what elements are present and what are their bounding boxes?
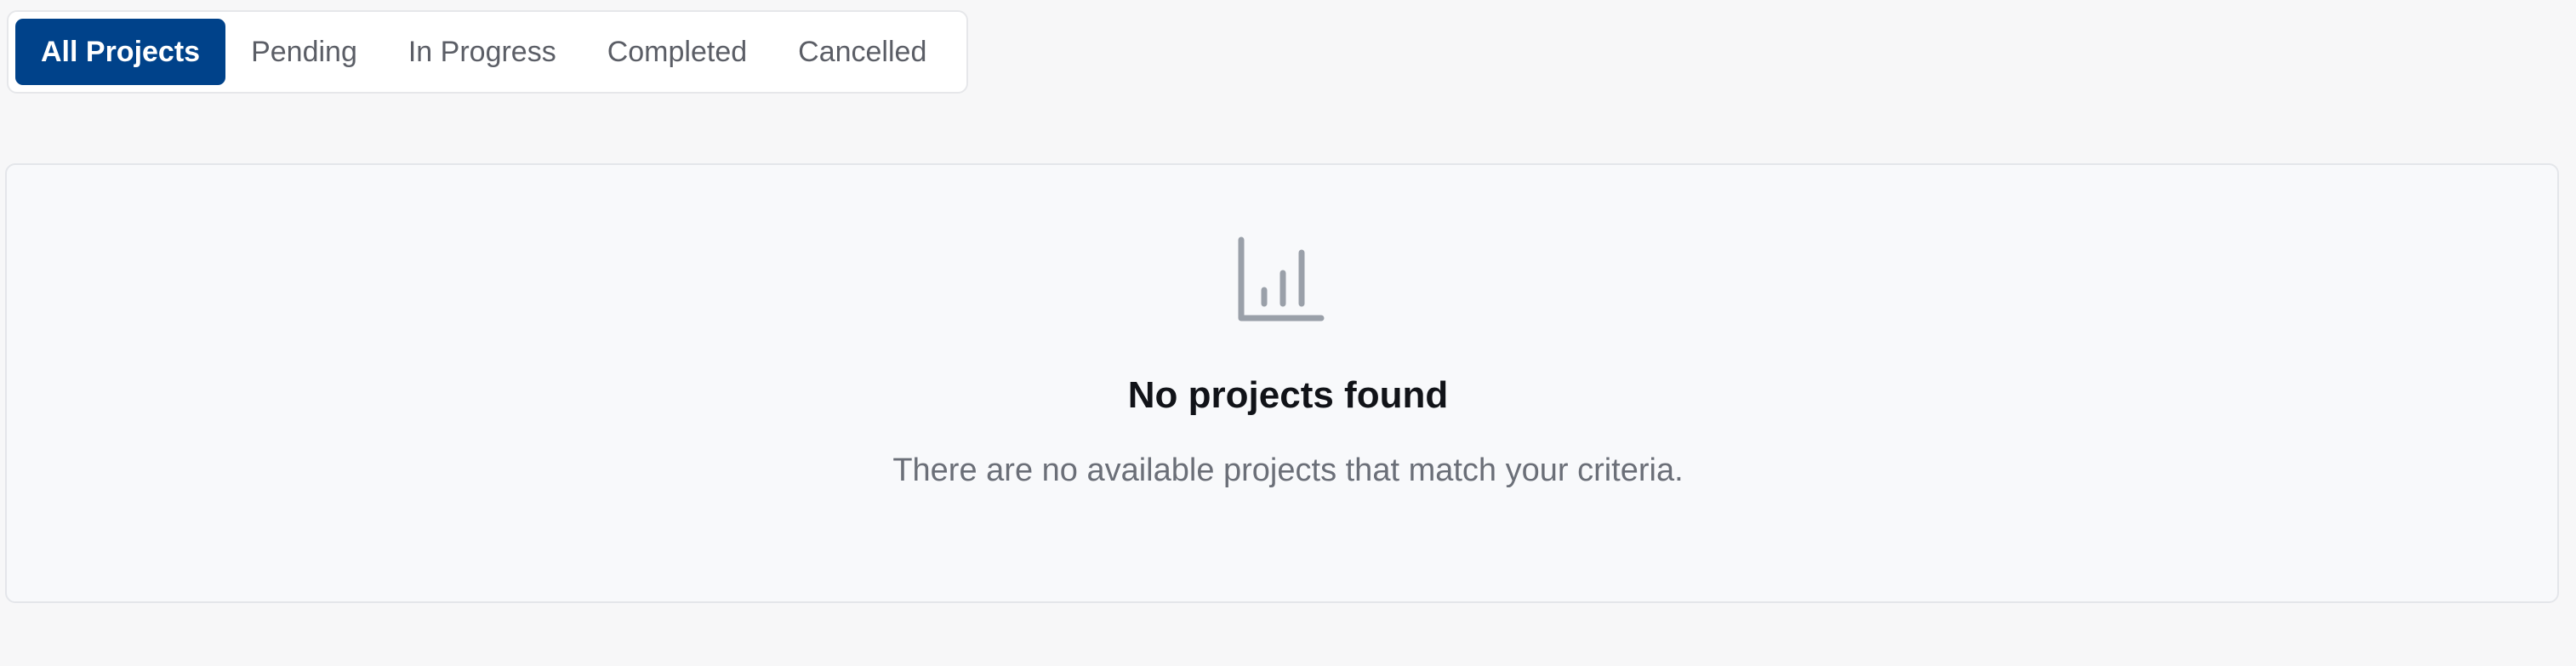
tab-cancelled[interactable]: Cancelled bbox=[772, 19, 952, 85]
project-filter-tabs: All Projects Pending In Progress Complet… bbox=[7, 10, 968, 94]
bar-chart-icon bbox=[1238, 236, 1325, 322]
empty-state-title: No projects found bbox=[1127, 374, 1449, 416]
tab-in-progress[interactable]: In Progress bbox=[383, 19, 582, 85]
empty-state-message: There are no available projects that mat… bbox=[892, 453, 1684, 488]
tab-pending[interactable]: Pending bbox=[225, 19, 383, 85]
tab-all-projects[interactable]: All Projects bbox=[15, 19, 226, 85]
projects-page: All Projects Pending In Progress Complet… bbox=[0, 0, 2576, 666]
tab-completed[interactable]: Completed bbox=[582, 19, 772, 85]
